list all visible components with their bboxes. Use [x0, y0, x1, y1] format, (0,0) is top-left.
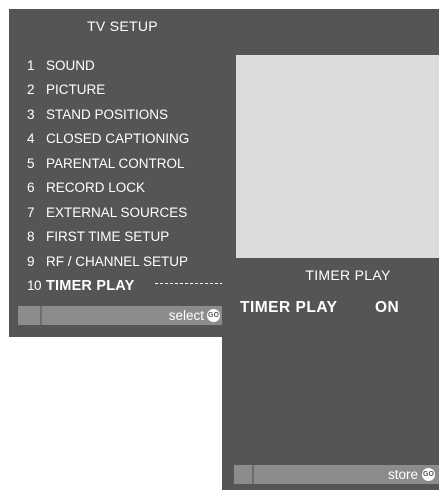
menu-item-label: PARENTAL CONTROL: [46, 155, 185, 171]
menu-item-sound[interactable]: 1 SOUND: [27, 53, 189, 78]
menu-item-first-time-setup[interactable]: 8 FIRST TIME SETUP: [27, 225, 189, 250]
menu-item-external-sources[interactable]: 7 EXTERNAL SOURCES: [27, 200, 189, 225]
menu-item-number: 4: [27, 131, 35, 147]
tv-setup-menu: 1 SOUND 2 PICTURE 3 STAND POSITIONS 4 CL…: [27, 53, 189, 298]
menu-item-label: PICTURE: [46, 82, 106, 98]
menu-item-closed-captioning[interactable]: 4 CLOSED CAPTIONING: [27, 127, 189, 152]
menu-item-label: CLOSED CAPTIONING: [46, 131, 190, 147]
timer-play-setting-label: TIMER PLAY: [240, 299, 338, 316]
menu-item-label: EXTERNAL SOURCES: [46, 204, 188, 220]
select-label: select: [168, 308, 204, 323]
menu-item-number: 7: [27, 204, 35, 220]
menu-item-number: 3: [27, 106, 35, 122]
menu-item-number: 2: [27, 82, 35, 98]
menu-item-number: 6: [27, 180, 35, 196]
menu-item-number: 5: [27, 155, 35, 171]
menu-item-parental-control[interactable]: 5 PARENTAL CONTROL: [27, 151, 189, 176]
store-label: store: [387, 467, 418, 482]
menu-item-label: STAND POSITIONS: [46, 106, 169, 122]
go-button-icon[interactable]: GO: [207, 309, 220, 322]
menu-item-rf-channel-setup[interactable]: 9 RF / CHANNEL SETUP: [27, 249, 189, 274]
menu-item-record-lock[interactable]: 6 RECORD LOCK: [27, 176, 189, 201]
menu-item-label: RF / CHANNEL SETUP: [46, 253, 189, 269]
timer-play-title: TIMER PLAY: [305, 267, 391, 283]
menu-item-number: 10: [27, 278, 42, 294]
menu-item-picture[interactable]: 2 PICTURE: [27, 78, 189, 103]
menu-item-label: RECORD LOCK: [46, 180, 146, 196]
menu-item-number: 9: [27, 253, 35, 269]
go-button-icon[interactable]: GO: [422, 468, 435, 481]
menu-item-stand-positions[interactable]: 3 STAND POSITIONS: [27, 102, 189, 127]
tv-setup-title: TV SETUP: [87, 18, 158, 34]
menu-item-timer-play[interactable]: 10 TIMER PLAY: [27, 274, 189, 299]
menu-item-label: FIRST TIME SETUP: [46, 229, 170, 245]
timer-play-footer-bar: store GO: [234, 465, 439, 484]
menu-item-number: 1: [27, 57, 35, 73]
menu-item-number: 8: [27, 229, 35, 245]
timer-play-panel: TIMER PLAY TIMER PLAY ON store GO: [222, 258, 439, 490]
menu-item-label: SOUND: [46, 57, 95, 73]
menu-item-label: TIMER PLAY: [46, 277, 135, 294]
preview-area: [236, 55, 439, 267]
timer-play-setting-value[interactable]: ON: [375, 299, 399, 317]
